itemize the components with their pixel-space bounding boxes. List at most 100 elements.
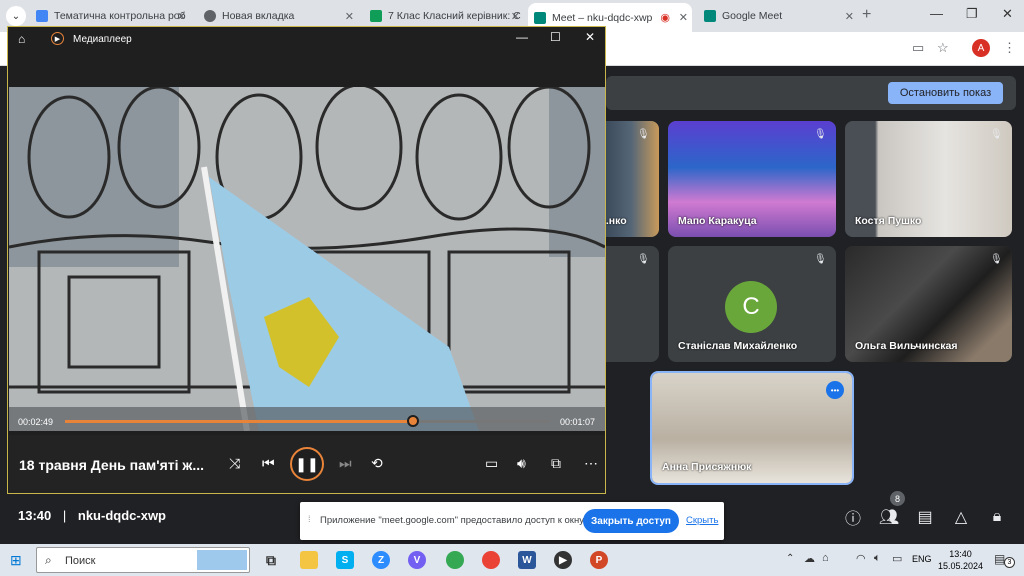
- stop-sharing-button[interactable]: Закрыть доступ: [583, 509, 679, 533]
- remaining-time: 00:01:07: [560, 417, 596, 427]
- activities-icon[interactable]: △: [950, 506, 972, 528]
- new-tab-icon[interactable]: +: [862, 6, 871, 24]
- sharing-notification: ⁞ Приложение "meet.google.com" предостав…: [300, 502, 724, 540]
- tab-label: Google Meet: [722, 10, 783, 22]
- window-title: Медиаплеер: [73, 34, 132, 45]
- media-player-logo-icon: ▶: [51, 32, 64, 45]
- bookmark-star-icon[interactable]: ☆: [937, 40, 949, 56]
- participant-tile[interactable]: 🎙︎ Костя Пушко: [845, 121, 1012, 237]
- battery-icon[interactable]: ▭: [892, 552, 902, 565]
- track-title: 18 травня День пам'яті ж...: [19, 457, 204, 473]
- close-icon[interactable]: ✕: [845, 10, 854, 23]
- drag-handle-icon[interactable]: ⁞: [308, 514, 311, 524]
- zoom-icon[interactable]: Z: [372, 551, 390, 569]
- minimize-icon[interactable]: —: [516, 30, 528, 44]
- seek-bar-progress: [65, 420, 414, 423]
- participant-tile[interactable]: 🎙︎ Ольга Вильчинская: [845, 246, 1012, 362]
- tab-search-icon[interactable]: ⌄: [6, 6, 26, 26]
- task-view-icon[interactable]: ⧉: [262, 551, 280, 569]
- people-icon[interactable]: 👥︎: [878, 506, 900, 528]
- close-window-icon[interactable]: ✕: [1002, 6, 1013, 22]
- wifi-icon[interactable]: ◠: [856, 552, 866, 565]
- chat-icon[interactable]: ▤: [914, 506, 936, 528]
- search-placeholder: Поиск: [65, 555, 96, 567]
- mic-off-icon: 🎙︎: [814, 129, 827, 140]
- viber-icon[interactable]: V: [408, 551, 426, 569]
- player-controls: 18 травня День пам'яті ж... ⤨ ⏮︎ ❚❚ ⏭︎ ⟲…: [9, 435, 605, 493]
- language-indicator[interactable]: ENG: [912, 554, 932, 564]
- stop-presenting-button[interactable]: Остановить показ: [888, 82, 1003, 104]
- windows-taskbar: ⊞ ⌕ Поиск ⧉ S Z V W ▶ P ⌃ ☁︎ ⌂ ◠ 🔈︎ ▭ EN…: [0, 544, 1024, 576]
- participant-tile[interactable]: 🎙︎ С Станіслав Михайленко: [668, 246, 836, 362]
- pause-button[interactable]: ❚❚: [290, 447, 324, 481]
- notification-text: Приложение "meet.google.com" предоставил…: [320, 515, 586, 526]
- menu-dots-icon[interactable]: ⋮: [1003, 40, 1016, 56]
- elapsed-time: 00:02:49: [18, 417, 54, 427]
- more-options-icon[interactable]: ⋯: [584, 455, 598, 472]
- cast-icon[interactable]: ▭: [912, 40, 924, 56]
- clock-date: 15.05.2024: [938, 561, 984, 571]
- recording-icon: ◉: [660, 12, 670, 24]
- chrome-icon[interactable]: [446, 551, 464, 569]
- volume-icon[interactable]: 🔊︎: [517, 455, 526, 472]
- home-icon[interactable]: ⌂: [18, 32, 25, 46]
- tab-label: 7 Клас Класний керівник: C: [388, 10, 521, 22]
- repeat-icon[interactable]: ⟲: [371, 455, 383, 472]
- search-icon: ⌕: [45, 553, 52, 567]
- next-icon[interactable]: ⏭︎: [339, 455, 352, 472]
- powerpoint-icon[interactable]: P: [590, 551, 608, 569]
- participant-name: Костя Пушко: [855, 215, 922, 227]
- participant-tile[interactable]: 🎙︎ Мапо Каракуца: [668, 121, 836, 237]
- word-icon[interactable]: W: [518, 551, 536, 569]
- hide-link[interactable]: Скрыть: [686, 515, 718, 526]
- speaker-icon[interactable]: 🔈︎: [874, 552, 881, 565]
- video-frame[interactable]: [9, 87, 605, 431]
- tab-new[interactable]: Новая вкладка ✕: [198, 4, 358, 28]
- close-icon[interactable]: ✕: [177, 10, 186, 23]
- notification-count-badge: 3: [1004, 557, 1015, 568]
- media-player-icon[interactable]: ▶: [554, 551, 572, 569]
- shuffle-icon[interactable]: ⤨: [229, 455, 240, 472]
- windows-start-icon[interactable]: ⊞: [10, 552, 22, 569]
- previous-icon[interactable]: ⏮︎: [262, 455, 275, 472]
- close-icon[interactable]: ✕: [679, 11, 688, 24]
- tab-google-meet[interactable]: Google Meet ✕: [698, 4, 858, 28]
- classroom-icon: [370, 10, 382, 22]
- video-image: [9, 87, 605, 431]
- taskbar-clock[interactable]: 13:40 15.05.2024: [938, 548, 983, 572]
- close-icon[interactable]: ✕: [511, 10, 520, 23]
- tab-label: Тематична контрольна роб: [54, 10, 186, 22]
- chrome-profile-icon[interactable]: [482, 551, 500, 569]
- meet-icon: [704, 10, 716, 22]
- tab-classroom[interactable]: 7 Клас Класний керівник: C ✕: [364, 4, 524, 28]
- seek-bar[interactable]: [65, 420, 549, 423]
- info-icon[interactable]: ⓘ: [842, 506, 864, 528]
- profile-avatar[interactable]: A: [972, 39, 990, 57]
- meet-icon: [534, 11, 546, 24]
- close-icon[interactable]: ✕: [585, 30, 595, 44]
- participant-name: Анна Присяжнюк: [662, 461, 752, 473]
- clock-time: 13:40: [949, 549, 972, 559]
- meeting-time: 13:40: [18, 508, 52, 523]
- tab-label: Новая вкладка: [222, 10, 295, 22]
- search-highlight-icon: [197, 550, 247, 570]
- cloud-icon[interactable]: ☁︎: [804, 552, 815, 565]
- meeting-info: 13:40 | nku-dqdc-xwp: [18, 508, 166, 523]
- skype-icon[interactable]: S: [336, 551, 354, 569]
- tray-chevron-icon[interactable]: ⌃: [786, 553, 794, 564]
- tab-test[interactable]: Тематична контрольна роб ✕: [30, 4, 190, 28]
- host-controls-icon[interactable]: 🔒︎: [986, 506, 1008, 528]
- restore-icon[interactable]: ❐: [966, 6, 978, 22]
- minimize-icon[interactable]: —: [930, 6, 943, 21]
- taskbar-search-box[interactable]: ⌕ Поиск: [36, 547, 250, 573]
- mic-off-icon: 🎙︎: [814, 254, 827, 265]
- close-icon[interactable]: ✕: [345, 10, 354, 23]
- participant-name: Мапо Каракуца: [678, 215, 757, 227]
- mic-off-icon: 🎙︎: [990, 129, 1003, 140]
- network-icon[interactable]: ⌂: [822, 552, 829, 564]
- miniplayer-icon[interactable]: ⧉: [551, 455, 561, 472]
- maximize-icon[interactable]: ☐: [550, 30, 561, 44]
- subtitles-icon[interactable]: ▭: [485, 455, 498, 472]
- file-explorer-icon[interactable]: [300, 551, 318, 569]
- participant-tile-speaking[interactable]: ••• Анна Присяжнюк: [650, 371, 854, 485]
